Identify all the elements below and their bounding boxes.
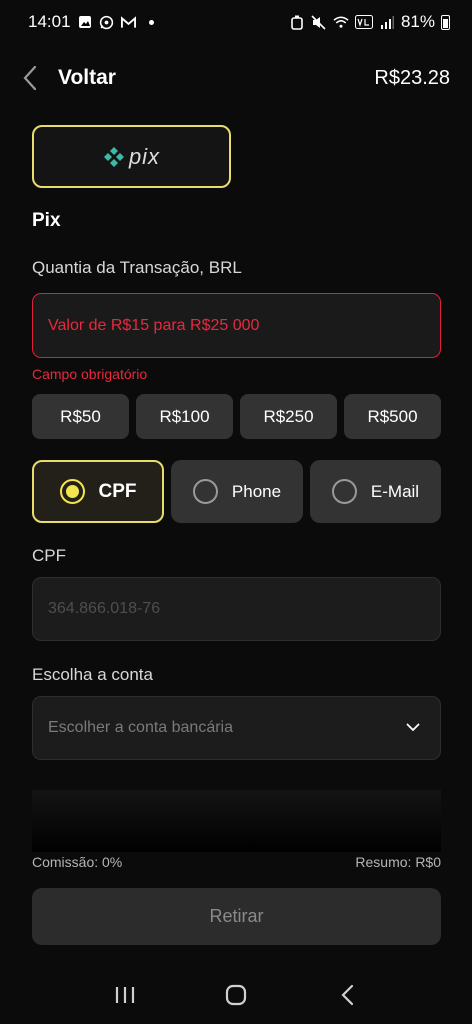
system-nav-bar (0, 965, 472, 1024)
whatsapp-icon (99, 14, 115, 30)
volte-icon (354, 14, 373, 30)
wifi-icon (333, 14, 349, 30)
pix-logo: pix (103, 144, 160, 170)
key-type-phone-option[interactable]: Phone (171, 460, 303, 523)
mute-icon (311, 14, 327, 30)
quick-amount-250-button[interactable]: R$250 (240, 394, 337, 439)
battery-icon (441, 14, 450, 30)
notification-dot (148, 19, 154, 25)
key-type-label: CPF (98, 480, 137, 502)
payment-method-pix[interactable]: pix (32, 125, 231, 188)
amount-input[interactable]: Valor de R$15 para R$25 000 (32, 293, 441, 358)
gmail-icon (121, 14, 137, 30)
bank-account-select[interactable]: Escolher a conta bancária (32, 696, 441, 760)
recent-apps-button[interactable] (105, 975, 145, 1015)
key-type-label: Phone (231, 481, 282, 501)
status-left: 14:01 (28, 12, 154, 32)
method-title: Pix (32, 210, 61, 231)
home-button[interactable] (216, 975, 256, 1015)
info-panel (32, 790, 441, 852)
recent-apps-icon (116, 986, 135, 1003)
status-right: 81% (289, 12, 450, 32)
status-time: 14:01 (28, 12, 71, 31)
radio-selected-icon (59, 479, 85, 504)
amount-label: Quantia da Transação, BRL (32, 258, 242, 277)
system-back-button[interactable] (327, 975, 367, 1015)
back-arrow-icon (341, 984, 353, 1005)
back-label: Voltar (58, 66, 116, 89)
cpf-input[interactable]: 364.866.018-76 (32, 577, 441, 641)
key-type-cpf-option[interactable]: CPF (32, 460, 164, 523)
amount-error: Campo obrigatório (32, 366, 148, 382)
signal-icon (379, 14, 395, 30)
home-icon (225, 984, 247, 1005)
account-placeholder: Escolher a conta bancária (48, 719, 233, 736)
withdraw-button[interactable]: Retirar (32, 888, 441, 945)
back-button[interactable]: Voltar (22, 65, 116, 91)
commission-text: Comissão: 0% (32, 854, 123, 870)
alarm-icon (289, 14, 305, 30)
amount-placeholder: Valor de R$15 para R$25 000 (48, 316, 260, 334)
cpf-placeholder: 364.866.018-76 (48, 600, 161, 617)
gallery-icon (77, 14, 93, 30)
quick-amount-50-button[interactable]: R$50 (32, 394, 129, 439)
key-type-label: E-Mail (370, 481, 420, 501)
balance: R$23.28 (374, 66, 450, 89)
radio-unselected-icon (192, 479, 218, 504)
account-label: Escolha a conta (32, 665, 153, 684)
status-bar: 14:01 81% (0, 0, 472, 44)
battery-percent: 81% (400, 12, 435, 31)
summary-total: Resumo: R$0 (355, 854, 441, 870)
header: Voltar R$23.28 (0, 56, 472, 100)
radio-unselected-icon (331, 479, 357, 504)
pix-logo-text: pix (128, 143, 161, 169)
cpf-label: CPF (32, 546, 66, 565)
key-type-options: CPF Phone E-Mail (32, 460, 441, 523)
quick-amount-100-button[interactable]: R$100 (136, 394, 233, 439)
chevron-left-icon (22, 65, 38, 91)
key-type-email-option[interactable]: E-Mail (310, 460, 441, 523)
quick-amount-500-button[interactable]: R$500 (344, 394, 441, 439)
pix-diamond-icon (103, 146, 124, 167)
quick-amounts: R$50 R$100 R$250 R$500 (32, 394, 441, 439)
chevron-down-icon (406, 719, 420, 737)
